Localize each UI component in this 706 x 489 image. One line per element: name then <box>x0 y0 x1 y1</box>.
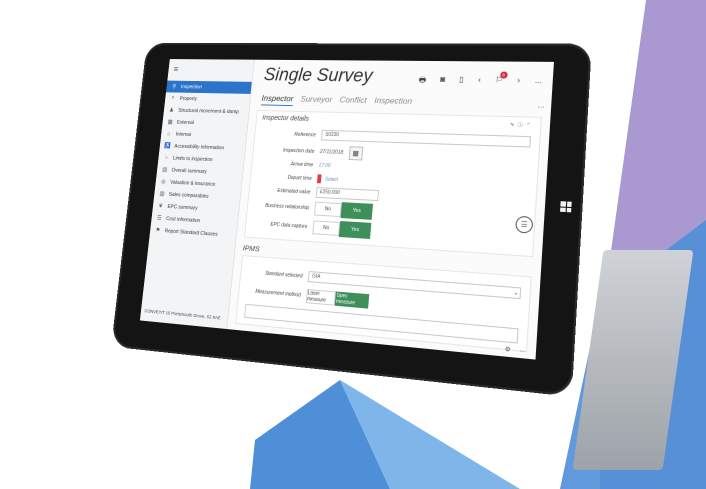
notification-badge: 8 <box>499 71 508 79</box>
estimated-value-label: Estimated value <box>277 187 311 196</box>
chart-icon: ▥ <box>159 191 165 198</box>
camera-icon[interactable]: ◙ <box>440 75 446 89</box>
arrive-time-label: Arrive time <box>290 161 314 169</box>
windows-logo-icon[interactable] <box>560 201 572 213</box>
tab-conflict[interactable]: Conflict <box>339 95 367 108</box>
back-icon[interactable]: ‹ <box>477 75 481 89</box>
tab-inspector[interactable]: Inspector <box>260 93 294 107</box>
print-icon[interactable]: 🖶 <box>418 75 427 89</box>
depart-time-value[interactable]: Select <box>325 176 339 182</box>
property-address: CONVEYIT 15 Portsmouth Grove, S2 8AE <box>144 308 221 321</box>
pin-icon: ⚲ <box>172 84 177 90</box>
toolbar: 🖶 ◙ ▯ ‹ ⚐ 8 › ... <box>418 71 543 91</box>
sidebar-item-label: EPC summary <box>167 203 198 212</box>
collapse-icon[interactable]: ⌃ <box>526 123 534 129</box>
hamburger-menu-icon[interactable]: ≡ <box>173 64 178 73</box>
sidebar-item-label: Cost information <box>165 215 201 224</box>
sidebar-item-label: Sales comparables <box>168 191 209 200</box>
more-icon[interactable]: ... <box>534 76 543 90</box>
inspection-date-label: Inspection date <box>282 147 315 155</box>
people-icon: ♟ <box>168 107 175 114</box>
home-icon: ⌂ <box>167 131 171 137</box>
measurement-method-label: Measurement method <box>255 288 302 299</box>
yes-button[interactable]: Yes <box>338 221 372 239</box>
chevron-down-icon[interactable]: ⌄ <box>513 289 519 297</box>
ipms-title: IPMS <box>242 243 261 254</box>
search-icon: ⌕ <box>171 95 175 101</box>
flag-icon[interactable]: ⚐ 8 <box>495 71 508 89</box>
arrive-time-value[interactable]: 17:00 <box>318 163 330 169</box>
no-button[interactable]: No <box>312 220 341 236</box>
clipboard-icon[interactable]: ▯ <box>459 75 464 89</box>
more-icon[interactable]: ... <box>519 347 525 355</box>
main-content: Single Survey 🖶 ◙ ▯ ‹ ⚐ 8 › ... Inspector… <box>227 60 554 360</box>
laser-measure-button[interactable]: Laser measure <box>305 289 336 306</box>
tab-surveyor[interactable]: Surveyor <box>300 94 332 107</box>
no-button[interactable]: No <box>313 201 342 218</box>
sidebar-item-label: External <box>176 119 195 126</box>
card-actions: ✎ⓘ⌃ <box>510 121 534 129</box>
app-screen: ≡ ⚲ Inspection ⌕ Property ♟ Structural move… <box>139 59 554 360</box>
estimated-value-input[interactable]: £250,000 <box>315 187 380 202</box>
forward-icon[interactable]: › <box>517 76 520 90</box>
sidebar-item-label: Accessibility information <box>173 143 225 151</box>
more-icon[interactable]: ... <box>537 100 545 109</box>
sidebar-item-label: Valuation & insurance <box>169 179 216 188</box>
clauses-icon: ⚑ <box>155 227 161 234</box>
yes-button[interactable]: Yes <box>340 202 373 220</box>
list-icon: ☰ <box>156 215 162 222</box>
reference-label: Reference <box>294 131 317 138</box>
inspection-date-row: Inspection date 27/11/2018 ▦ <box>253 143 363 161</box>
sidebar-list: ⚲ Inspection ⌕ Property ♟ Structural moveme… <box>150 80 252 242</box>
sidebar-item-label: Report Standard Clauses <box>164 227 218 238</box>
tablet-device: ≡ ⚲ Inspection ⌕ Property ♟ Structural move… <box>111 42 592 397</box>
coins-icon: ◎ <box>160 179 166 186</box>
circle-icon: ○ <box>164 154 169 161</box>
inspection-date-value[interactable]: 27/11/2018 <box>320 149 344 156</box>
sidebar-item-label: Internal <box>175 131 192 138</box>
sidebar-item-label: Overall summary <box>171 167 208 175</box>
standard-selected-label: Standard selected <box>264 270 303 280</box>
depart-time-label: Depart time <box>287 174 313 182</box>
business-relationship-label: Business relationship <box>264 202 310 212</box>
inspector-details-card: Inspector details ✎ⓘ⌃ Reference S0230 In… <box>243 109 542 258</box>
calendar-icon[interactable]: ▦ <box>348 146 363 161</box>
epc-data-capture-label: EPC data capture <box>270 221 308 230</box>
brick-icon: ▦ <box>167 119 173 126</box>
sidebar-item-label: Inspection <box>180 83 203 90</box>
app-footer: ⚙ ... <box>504 346 525 356</box>
depart-time-row: Depart time Select <box>251 171 339 184</box>
required-flag-icon <box>316 174 322 184</box>
arrive-time-row: Arrive time 17:00 <box>252 160 330 169</box>
sidebar-item-label: Structural movement & damp <box>178 107 240 115</box>
section-title: Inspector details <box>262 114 310 123</box>
reference-input[interactable]: S0230 <box>320 129 532 148</box>
page-title: Single Survey <box>263 65 374 87</box>
settings-icon[interactable]: ⚙ <box>504 346 510 354</box>
tab-bar: Inspector Surveyor Conflict Inspection <box>260 93 413 109</box>
spec-measure-button[interactable]: Spec measure <box>334 291 370 309</box>
sidebar-item-label: Limits to inspection <box>172 155 213 163</box>
sidebar-item-label: Property <box>179 95 198 102</box>
leaf-icon: ❦ <box>158 203 164 210</box>
doc-icon: ▤ <box>162 167 168 174</box>
tab-inspection[interactable]: Inspection <box>374 95 413 108</box>
wheelchair-icon: ♿ <box>163 143 171 150</box>
epc-data-capture-row: EPC data capture No Yes <box>245 215 372 239</box>
